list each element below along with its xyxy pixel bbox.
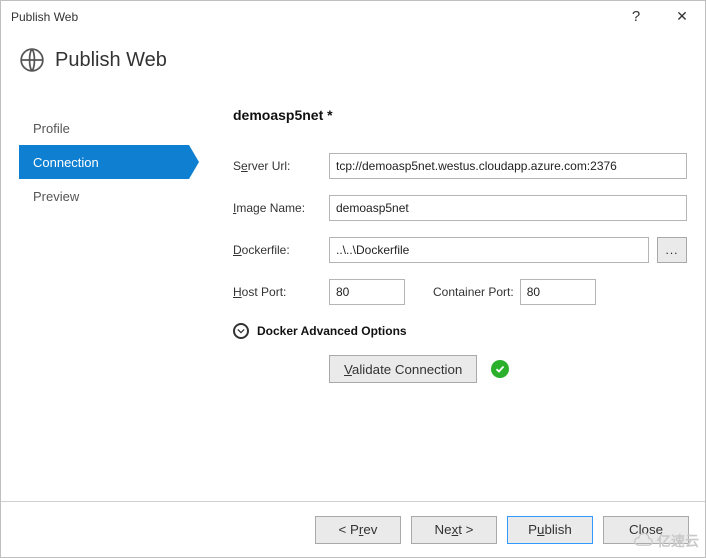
host-port-label: Host Port:	[233, 285, 329, 299]
dialog-title: Publish Web	[55, 49, 167, 72]
publish-button[interactable]: Publish	[507, 516, 593, 544]
container-port-input[interactable]	[520, 279, 596, 305]
image-name-label: Image Name:	[233, 201, 329, 215]
row-server-url: Server Url:	[233, 153, 687, 179]
browse-dockerfile-button[interactable]: ...	[657, 237, 687, 263]
nav-label: Connection	[33, 155, 99, 170]
nav-item-connection[interactable]: Connection	[19, 145, 189, 179]
row-validate: Validate Connection	[329, 355, 687, 383]
nav-label: Profile	[33, 121, 70, 136]
dockerfile-label: Dockerfile:	[233, 243, 329, 257]
docker-advanced-toggle[interactable]: Docker Advanced Options	[233, 323, 687, 339]
validate-connection-button[interactable]: Validate Connection	[329, 355, 477, 383]
close-button[interactable]: Close	[603, 516, 689, 544]
server-url-input[interactable]	[329, 153, 687, 179]
server-url-label: Server Url:	[233, 159, 329, 173]
nav-item-preview[interactable]: Preview	[19, 179, 189, 213]
nav-label: Preview	[33, 189, 79, 204]
image-name-input[interactable]	[329, 195, 687, 221]
next-button[interactable]: Next >	[411, 516, 497, 544]
help-button[interactable]: ?	[613, 1, 659, 33]
profile-name-heading: demoasp5net *	[233, 107, 687, 123]
host-port-input[interactable]	[329, 279, 405, 305]
window-title: Publish Web	[11, 10, 613, 24]
container-port-label: Container Port:	[433, 285, 514, 299]
row-image-name: Image Name:	[233, 195, 687, 221]
check-ok-icon	[491, 360, 509, 378]
prev-button[interactable]: < Prev	[315, 516, 401, 544]
main-content: Profile Connection Preview demoasp5net *…	[1, 91, 705, 383]
title-bar: Publish Web ? ✕	[1, 1, 705, 33]
row-dockerfile: Dockerfile: ...	[233, 237, 687, 263]
ports-group: Container Port:	[329, 279, 596, 305]
chevron-down-icon	[233, 323, 249, 339]
dialog-footer: < Prev Next > Publish Close	[1, 501, 705, 557]
close-window-button[interactable]: ✕	[659, 1, 705, 33]
nav-item-profile[interactable]: Profile	[19, 111, 189, 145]
dialog-header: Publish Web	[1, 33, 705, 91]
dockerfile-input[interactable]	[329, 237, 649, 263]
globe-icon	[19, 47, 45, 73]
wizard-nav: Profile Connection Preview	[19, 91, 189, 383]
connection-form: demoasp5net * Server Url: Image Name: Do…	[189, 91, 687, 383]
advanced-label: Docker Advanced Options	[257, 324, 407, 338]
row-ports: Host Port: Container Port:	[233, 279, 687, 305]
